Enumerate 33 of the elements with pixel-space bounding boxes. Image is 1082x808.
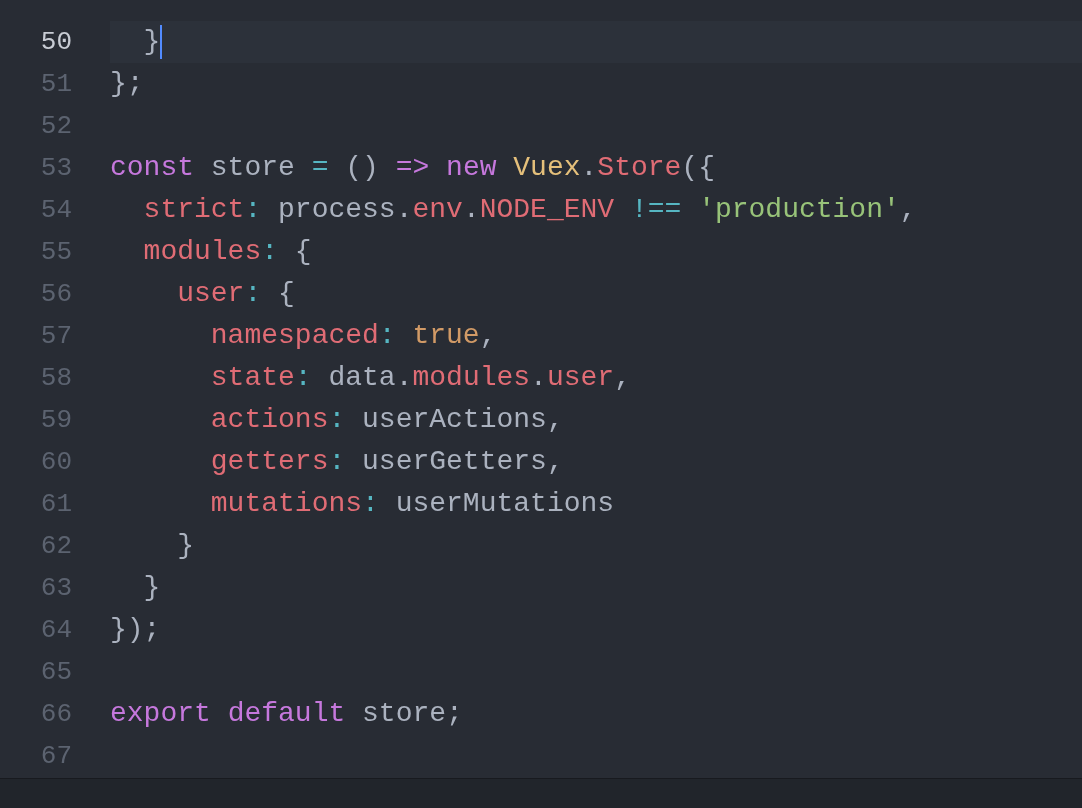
line-number: 54 [39,194,72,227]
code-line: } [142,571,161,605]
line-number: 62 [39,530,72,563]
line-number: 50 [39,26,72,59]
line-number: 52 [39,110,72,143]
code-line: mutations: userMutations [209,487,615,521]
line-number: 59 [39,404,72,437]
code-line: } [142,25,161,59]
line-number: 61 [39,488,72,521]
code-line: }); [110,613,161,647]
code-line: actions: userActions, [209,403,564,437]
code-line: } [176,529,194,563]
line-number: 67 [39,740,72,773]
code-line: }; [110,67,144,101]
line-number: 66 [39,698,72,731]
line-number: 55 [39,236,72,269]
code-line: state: data.modules.user, [209,361,631,395]
code-line: export default store; [110,697,463,731]
code-line: strict: process.env.NODE_ENV !== 'production', [142,193,917,227]
code-line: user: { [176,277,295,311]
line-number: 53 [39,152,72,185]
code-line: modules: { [142,235,312,269]
line-number: 64 [39,614,72,647]
line-number: 51 [39,68,72,101]
line-number: 65 [39,656,72,689]
line-number: 63 [39,572,72,605]
line-number: 60 [39,446,72,479]
code-line: const store = () => new Vuex.Store({ [110,151,715,185]
line-number: 56 [39,278,72,311]
code-line: namespaced: true, [209,319,497,353]
line-number: 57 [39,320,72,353]
line-number: 58 [39,362,72,395]
code-line: getters: userGetters, [209,445,564,479]
